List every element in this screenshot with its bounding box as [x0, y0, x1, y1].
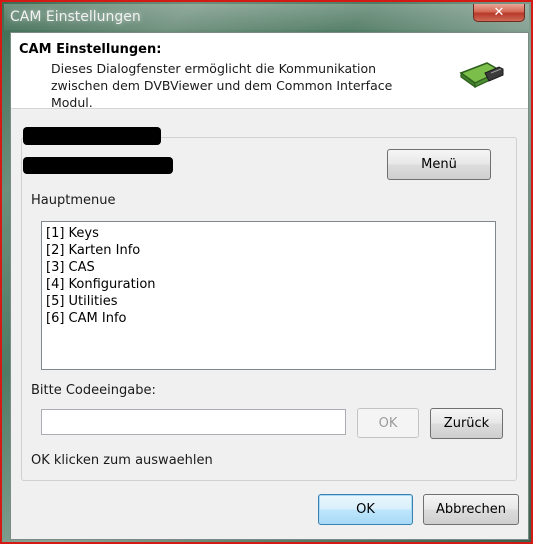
cam-module-icon — [459, 62, 504, 89]
hint-text: OK klicken zum auswaehlen — [31, 453, 213, 468]
dialog-client-area: CAM Einstellungen: Dieses Dialogfenster … — [10, 32, 529, 540]
list-item[interactable]: [1] Keys — [46, 225, 491, 242]
back-button[interactable]: Zurück — [430, 408, 503, 439]
header-description: Dieses Dialogfenster ermöglicht die Komm… — [51, 61, 393, 110]
ok-button[interactable]: OK — [318, 494, 413, 525]
code-input[interactable] — [41, 409, 346, 435]
code-label: Bitte Codeeingabe: — [31, 383, 156, 398]
main-menu-list[interactable]: [1] Keys [2] Karten Info [3] CAS [4] Kon… — [41, 221, 496, 370]
header-title: CAM Einstellungen: — [19, 42, 162, 57]
list-item[interactable]: [2] Karten Info — [46, 242, 491, 259]
list-label: Hauptmenue — [31, 193, 116, 208]
list-item[interactable]: [5] Utilities — [46, 293, 491, 310]
title-bar[interactable]: CAM Einstellungen ✕ — [4, 4, 529, 30]
window-title: CAM Einstellungen — [10, 9, 141, 25]
close-icon: ✕ — [493, 5, 505, 20]
list-item[interactable]: [6] CAM Info — [46, 310, 491, 327]
dialog-header: CAM Einstellungen: Dieses Dialogfenster … — [11, 33, 528, 110]
list-item[interactable]: [4] Konfiguration — [46, 276, 491, 293]
close-button[interactable]: ✕ — [473, 4, 525, 22]
list-item[interactable]: [3] CAS — [46, 259, 491, 276]
code-ok-button[interactable]: OK — [357, 408, 419, 438]
cancel-button[interactable]: Abbrechen — [423, 494, 519, 525]
menu-button[interactable]: Menü — [387, 149, 491, 180]
redacted-text-2 — [23, 157, 173, 174]
redacted-text-1 — [23, 127, 161, 145]
window-frame: CAM Einstellungen ✕ CAM Einstellungen: D… — [0, 0, 533, 544]
